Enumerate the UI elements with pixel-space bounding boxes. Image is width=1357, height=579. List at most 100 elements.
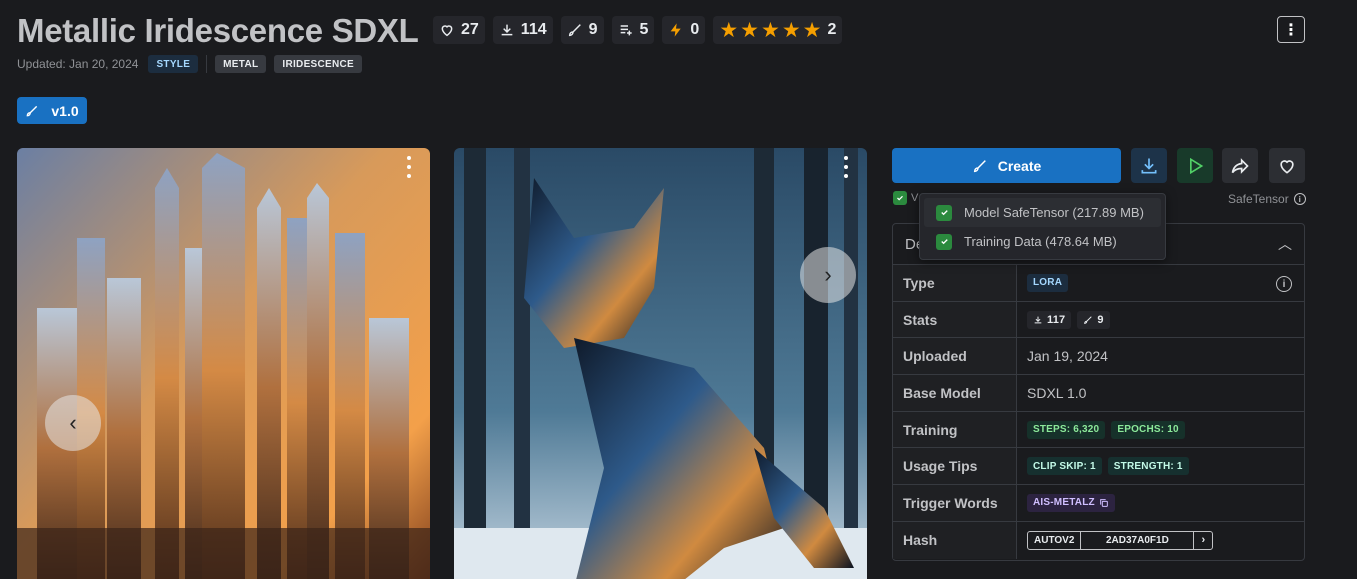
hash-selector[interactable]: AUTOV2 2AD37A0F1D ›	[1027, 530, 1214, 550]
generations-count: 9	[588, 21, 598, 38]
likes-stat[interactable]: 27	[433, 16, 485, 44]
dropdown-item-label: Model SafeTensor (217.89 MB)	[964, 205, 1144, 220]
create-button[interactable]: Create	[892, 148, 1121, 183]
detail-label: Usage Tips	[893, 448, 1017, 485]
rating-stars: ★ ★ ★ ★ ★	[719, 20, 821, 41]
stats-bar: 27 114 9 5 0 ★ ★ ★ ★ ★ 2	[433, 16, 843, 44]
generations-stat: 9	[560, 16, 604, 44]
updated-date: Updated: Jan 20, 2024	[17, 57, 139, 71]
star-icon: ★	[719, 18, 739, 42]
dropdown-item-model-safetensor[interactable]: Model SafeTensor (217.89 MB)	[924, 198, 1161, 227]
fox-image	[454, 148, 867, 579]
detail-label: Uploaded	[893, 338, 1017, 375]
detail-row-trigger-words: Trigger Words AIS-METALZ	[893, 485, 1304, 522]
download-button[interactable]	[1131, 148, 1167, 183]
chevron-right-icon: ›	[824, 262, 832, 287]
star-icon: ★	[760, 18, 780, 42]
page-title: Metallic Iridescence SDXL	[17, 12, 419, 49]
image-menu-button[interactable]	[841, 156, 851, 178]
clip-skip-badge: CLIP SKIP: 1	[1027, 457, 1102, 476]
version-button[interactable]: v1.0	[17, 97, 87, 124]
previous-image-button[interactable]: ‹	[45, 395, 101, 451]
play-icon	[1190, 157, 1204, 174]
tag-style[interactable]: STYLE	[148, 55, 199, 73]
run-button[interactable]	[1177, 148, 1213, 183]
steps-badge: STEPS: 6,320	[1027, 420, 1106, 439]
detail-label: Trigger Words	[893, 485, 1017, 521]
detail-label: Training	[893, 411, 1017, 448]
verified-status: V	[893, 191, 918, 205]
city-image	[17, 148, 430, 579]
details-panel: De ︿ Type LORA i Stats 117 9 Uploaded Ja…	[892, 223, 1305, 561]
copy-icon[interactable]	[1099, 498, 1109, 508]
chevron-right-icon[interactable]: ›	[1194, 532, 1212, 549]
rating-count: 2	[827, 21, 837, 38]
collections-stat: 5	[611, 16, 655, 44]
brush-icon	[27, 105, 38, 116]
safetensor-format: SafeTensor i	[1228, 192, 1306, 206]
dropdown-item-label: Training Data (478.64 MB)	[964, 234, 1117, 249]
detail-label: Base Model	[893, 375, 1017, 411]
info-icon[interactable]: i	[1276, 276, 1292, 292]
share-button[interactable]	[1222, 148, 1258, 183]
dropdown-item-training-data[interactable]: Training Data (478.64 MB)	[924, 227, 1161, 256]
download-dropdown: Model SafeTensor (217.89 MB) Training Da…	[919, 193, 1166, 260]
strength-badge: STRENGTH: 1	[1107, 457, 1189, 476]
hash-value[interactable]: 2AD37A0F1D	[1080, 531, 1195, 549]
detail-row-type: Type LORA i	[893, 265, 1304, 302]
downloads-badge: 117	[1027, 310, 1072, 329]
shield-check-icon	[893, 191, 907, 205]
base-model-value: SDXL 1.0	[1027, 384, 1087, 401]
tag-iridescence[interactable]: IRIDESCENCE	[274, 55, 363, 73]
download-icon	[1141, 158, 1157, 173]
brush-icon	[1084, 315, 1093, 324]
detail-row-stats: Stats 117 9	[893, 301, 1304, 339]
trigger-word-badge[interactable]: AIS-METALZ	[1027, 493, 1115, 512]
heart-icon	[441, 25, 453, 37]
favorite-button[interactable]	[1269, 148, 1305, 183]
downloads-count: 114	[520, 21, 547, 38]
heart-icon	[1280, 159, 1294, 174]
detail-row-training: Training STEPS: 6,320 EPOCHS: 10	[893, 411, 1304, 449]
chevron-up-icon[interactable]: ︿	[1278, 234, 1292, 254]
brush-icon	[568, 24, 581, 37]
next-image-button[interactable]: ›	[800, 247, 856, 303]
download-icon	[1034, 316, 1042, 323]
buzz-stat[interactable]: 0	[662, 16, 706, 44]
star-icon: ★	[740, 18, 759, 42]
hash-type[interactable]: AUTOV2	[1028, 532, 1080, 549]
verified-text: V	[911, 192, 919, 204]
detail-row-usage-tips: Usage Tips CLIP SKIP: 1 STRENGTH: 1	[893, 448, 1304, 486]
gallery-image-city[interactable]: ‹	[17, 148, 430, 579]
shield-check-icon	[936, 204, 952, 221]
tag-metal[interactable]: METAL	[215, 55, 267, 73]
playlist-add-icon	[620, 25, 632, 36]
share-icon	[1231, 157, 1249, 174]
likes-count: 27	[461, 21, 479, 38]
info-icon[interactable]: i	[1293, 193, 1306, 205]
detail-row-uploaded: Uploaded Jan 19, 2024	[893, 338, 1304, 376]
tag-divider	[206, 55, 208, 73]
downloads-value: 117	[1047, 313, 1066, 326]
more-options-button[interactable]: ⋮	[1277, 16, 1305, 43]
safetensor-text: SafeTensor	[1228, 192, 1289, 206]
star-icon: ★	[802, 18, 822, 42]
gallery-image-fox[interactable]	[454, 148, 867, 579]
version-label: v1.0	[51, 102, 79, 119]
shield-check-icon	[936, 233, 952, 250]
meta-row: Updated: Jan 20, 2024 STYLE METAL IRIDES…	[17, 55, 363, 73]
image-menu-button[interactable]	[404, 156, 414, 178]
uploaded-value: Jan 19, 2024	[1027, 348, 1108, 365]
generations-badge: 9	[1077, 310, 1110, 329]
epochs-badge: EPOCHS: 10	[1111, 420, 1185, 439]
rating-stat[interactable]: ★ ★ ★ ★ ★ 2	[713, 16, 843, 44]
brush-icon	[973, 159, 986, 172]
detail-label: Type	[893, 265, 1017, 301]
collections-count: 5	[639, 21, 649, 38]
download-icon	[501, 24, 513, 36]
detail-label: Hash	[893, 521, 1017, 559]
trigger-word-text: AIS-METALZ	[1033, 497, 1095, 509]
create-label: Create	[997, 157, 1042, 174]
type-badge: LORA	[1027, 273, 1069, 292]
detail-row-base-model: Base Model SDXL 1.0	[893, 375, 1304, 412]
